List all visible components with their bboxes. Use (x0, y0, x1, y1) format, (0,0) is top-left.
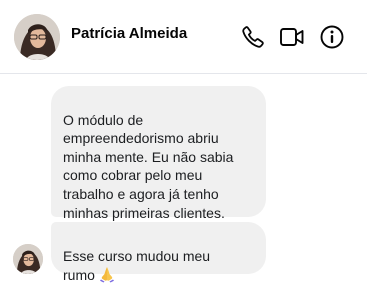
video-camera-icon[interactable] (278, 23, 306, 51)
message-bubble[interactable]: Esse curso mudou meu rumo (51, 222, 266, 283)
contact-avatar[interactable] (14, 14, 60, 60)
info-icon[interactable] (318, 23, 346, 51)
message-text: Esse curso mudou meu rumo (63, 247, 211, 284)
sender-avatar-image (13, 244, 43, 274)
contact-avatar-image (14, 14, 60, 60)
message-bubble[interactable]: O módulo de empreendedorismo abriu minha… (51, 86, 266, 221)
message-text: O módulo de empreendedorismo abriu minha… (63, 111, 234, 221)
chat-header: Patrícia Almeida (0, 0, 367, 74)
contact-name[interactable]: Patrícia Almeida (71, 25, 187, 42)
praying-hands-emoji-icon (98, 265, 116, 288)
phone-icon[interactable] (239, 23, 267, 51)
sender-avatar[interactable] (13, 244, 43, 274)
